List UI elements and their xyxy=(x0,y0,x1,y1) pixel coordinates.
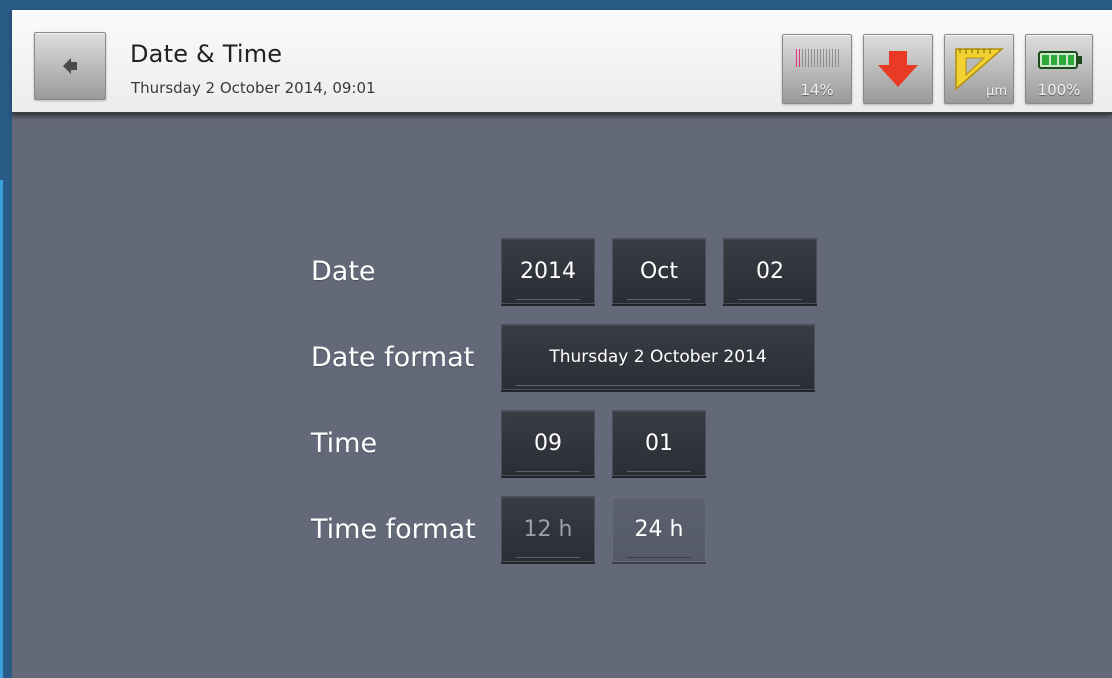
day-field[interactable]: 02 xyxy=(723,238,817,304)
battery-cell xyxy=(1067,55,1074,65)
signal-strength-icon xyxy=(796,49,840,67)
battery-cell xyxy=(1059,55,1066,65)
app-area: Date & Time Thursday 2 October 2014, 09:… xyxy=(12,10,1112,678)
signal-label: 14% xyxy=(800,81,834,99)
signal-status-button[interactable]: 14% xyxy=(782,34,852,104)
header-bar: Date & Time Thursday 2 October 2014, 09:… xyxy=(12,10,1112,115)
down-arrow-icon xyxy=(878,51,918,87)
units-status-button[interactable]: µm xyxy=(944,34,1014,104)
minute-field[interactable]: 01 xyxy=(612,410,706,476)
signal-level-fill xyxy=(796,49,802,67)
time-format-24h-option[interactable]: 24 h xyxy=(612,496,706,562)
time-format-12h-option[interactable]: 12 h xyxy=(501,496,595,562)
page-subtitle: Thursday 2 October 2014, 09:01 xyxy=(131,79,376,97)
time-format-label: Time format xyxy=(311,514,476,545)
units-label: µm xyxy=(986,84,1007,99)
hour-field[interactable]: 09 xyxy=(501,410,595,476)
date-format-select[interactable]: Thursday 2 October 2014 xyxy=(501,324,815,390)
battery-cell xyxy=(1050,55,1057,65)
back-arrow-icon xyxy=(63,58,77,74)
page-title: Date & Time xyxy=(130,40,283,68)
battery-tip xyxy=(1078,56,1082,64)
battery-cell xyxy=(1042,55,1049,65)
battery-label: 100% xyxy=(1037,81,1081,99)
time-label: Time xyxy=(311,428,378,459)
battery-status-button[interactable]: 100% xyxy=(1025,34,1093,104)
battery-icon xyxy=(1038,51,1078,69)
date-format-label: Date format xyxy=(311,342,475,373)
back-button[interactable] xyxy=(34,32,106,100)
alert-status-button[interactable] xyxy=(863,34,933,104)
window-accent xyxy=(0,180,3,678)
date-label: Date xyxy=(311,256,376,287)
year-field[interactable]: 2014 xyxy=(501,238,595,304)
month-field[interactable]: Oct xyxy=(612,238,706,304)
